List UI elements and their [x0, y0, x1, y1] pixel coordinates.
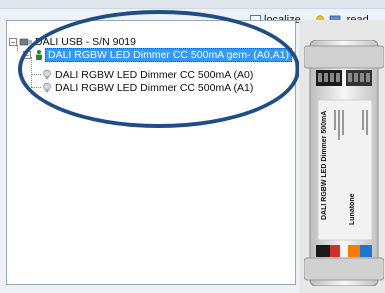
tree-node-group[interactable]: − DALI RGBW LED Dimmer CC 500mA gem- (A0… — [23, 47, 292, 62]
tree-node-a0[interactable]: DALI RGBW LED Dimmer CC 500mA (A0) — [41, 68, 255, 81]
tree-branch-a1 — [31, 87, 41, 88]
app-window: localize read − DALI U — [0, 0, 385, 293]
tree-root-label: DALI USB - S/N 9019 — [35, 35, 136, 48]
tree-group-label: DALI RGBW LED Dimmer CC 500mA gem- (A0,A… — [45, 47, 292, 62]
usb-device-icon — [19, 38, 32, 45]
lamp-icon — [43, 82, 51, 92]
tree-node-root[interactable]: − DALI USB - S/N 9019 — [9, 35, 138, 48]
lamp-icon — [43, 69, 51, 79]
device-brand-text: Lunatone — [349, 193, 356, 225]
collapse-toggle[interactable]: − — [9, 37, 17, 46]
tree-line-group — [31, 57, 32, 87]
device-model-text: DALI RGBW LED Dimmer 500mA — [321, 111, 328, 220]
dimmer-device-image: DALI RGBW LED Dimmer 500mA Lunatone — [304, 40, 384, 286]
tree-child-label: DALI RGBW LED Dimmer CC 500mA (A1) — [55, 81, 254, 94]
tree-node-a1[interactable]: DALI RGBW LED Dimmer CC 500mA (A1) — [41, 81, 255, 94]
group-icon — [36, 49, 42, 60]
tree-child-label: DALI RGBW LED Dimmer CC 500mA (A0) — [55, 68, 254, 81]
tree-branch-a0 — [31, 74, 41, 75]
collapse-toggle[interactable]: − — [23, 50, 31, 59]
title-bar — [0, 0, 385, 9]
